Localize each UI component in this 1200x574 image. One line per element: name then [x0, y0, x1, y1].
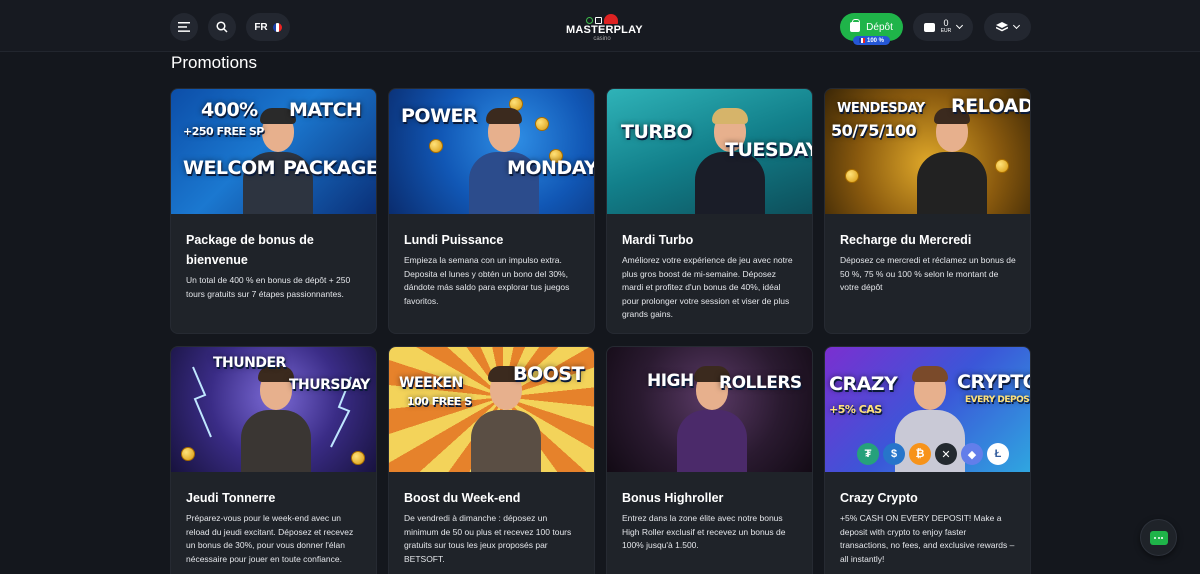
- promo-card-weekend-boost[interactable]: WEEKEN BOOST 100 FREE S Boost du Week-en…: [388, 346, 595, 574]
- seated-man-illustration: [917, 108, 987, 214]
- banner-text: PACKAGE: [283, 157, 377, 179]
- banner-text: WELCOM: [183, 157, 276, 179]
- banner-text: 100 FREE S: [407, 395, 472, 408]
- language-selector[interactable]: FR: [246, 13, 290, 41]
- banner-text: +250 FREE SP: [183, 125, 264, 138]
- banner-text: MONDAY: [507, 157, 595, 179]
- banner-text: BOOST: [513, 363, 584, 385]
- banner-text: +5% CAS: [829, 403, 882, 416]
- profile-dropdown[interactable]: [984, 13, 1031, 41]
- promo-image-wednesday-reload: WENDESDAY RELOAD 50/75/100: [825, 89, 1031, 214]
- promo-title: Package de bonus de bienvenue: [186, 233, 314, 267]
- logo-subtext: casino: [593, 36, 611, 42]
- top-header: FR MASTERPLAY casino Dépôt 100 % 0 EUR: [0, 0, 1200, 52]
- ethereum-icon: ◆: [961, 443, 983, 465]
- language-code: FR: [254, 21, 268, 33]
- promo-card-wednesday-reload[interactable]: WENDESDAY RELOAD 50/75/100 Recharge du M…: [824, 88, 1031, 334]
- bonus-badge-text: 100 %: [866, 37, 884, 44]
- banner-text: RELOAD: [951, 95, 1031, 117]
- chevron-down-icon: [1012, 21, 1021, 30]
- banner-text: TUESDAY: [725, 139, 813, 161]
- banner-text: MATCH: [289, 99, 362, 121]
- promo-title: Bonus Highroller: [622, 491, 724, 505]
- banner-text: WEEKEN: [399, 375, 463, 391]
- promo-description: Un total de 400 % en bonus de dépôt + 25…: [186, 275, 351, 299]
- promo-description: Entrez dans la zone élite avec notre bon…: [622, 513, 786, 550]
- france-flag-icon: [272, 22, 282, 32]
- promo-card-crazy-crypto[interactable]: CRAZY CRYPTO +5% CAS EVERY DEPOS ₮ $ ₿ ✕…: [824, 346, 1031, 574]
- banner-text: 50/75/100: [831, 121, 917, 140]
- promo-image-turbo-tuesday: TURBO TUESDAY: [607, 89, 813, 214]
- logo-text: MASTERPLAY: [566, 24, 643, 36]
- banner-text: CRYPTO: [957, 371, 1031, 393]
- promo-title: Boost du Week-end: [404, 491, 521, 505]
- promo-image-power-monday: POWER MONDAY: [389, 89, 595, 214]
- masterplay-logo[interactable]: MASTERPLAY casino: [566, 10, 643, 44]
- banner-text: HIGH: [647, 371, 694, 391]
- france-flag-icon: [858, 38, 865, 43]
- promo-card-high-rollers[interactable]: HIGH ROLLERS Bonus Highroller Entrez dan…: [606, 346, 813, 574]
- promo-image-thunder-thursday: THUNDER THURSDAY: [171, 347, 376, 472]
- promo-image-welcome: 400% MATCH +250 FREE SP WELCOM PACKAGE: [171, 89, 377, 214]
- banner-text: WENDESDAY: [837, 101, 925, 116]
- promo-card-welcome[interactable]: 400% MATCH +250 FREE SP WELCOM PACKAGE P…: [170, 88, 377, 334]
- promo-title: Recharge du Mercredi: [840, 233, 972, 247]
- balance-dropdown[interactable]: 0 EUR: [913, 13, 973, 41]
- promo-description: +5% CASH ON EVERY DEPOSIT! Make a deposi…: [840, 513, 1015, 564]
- promo-card-thunder-thursday[interactable]: THUNDER THURSDAY Jeudi Tonnerre Préparez…: [170, 346, 377, 574]
- promo-image-high-rollers: HIGH ROLLERS: [607, 347, 812, 472]
- live-chat-button[interactable]: [1140, 519, 1177, 556]
- hamburger-icon: [178, 22, 190, 32]
- bonus-badge: 100 %: [853, 36, 890, 45]
- banner-text: TURBO: [621, 121, 693, 143]
- search-icon: [216, 21, 228, 33]
- promo-description: Préparez-vous pour le week-end avec un r…: [186, 513, 354, 564]
- usdc-icon: $: [883, 443, 905, 465]
- banner-text: CRAZY: [829, 373, 898, 395]
- banner-text: POWER: [401, 105, 478, 127]
- promo-title: Jeudi Tonnerre: [186, 491, 276, 505]
- wallet-icon: [923, 22, 935, 32]
- promo-description: De vendredi à dimanche : déposez un mini…: [404, 513, 572, 564]
- wallet-bag-icon: [850, 19, 861, 32]
- bitcoin-icon: ₿: [909, 443, 931, 465]
- banner-text: ROLLERS: [719, 373, 802, 393]
- promo-description: Déposez ce mercredi et réclamez un bonus…: [840, 255, 1016, 292]
- promo-card-turbo-tuesday[interactable]: TURBO TUESDAY Mardi Turbo Améliorez votr…: [606, 88, 813, 334]
- chevron-down-icon: [956, 21, 964, 30]
- logo-shapes-icon: [566, 10, 638, 24]
- xrp-icon: ✕: [935, 443, 957, 465]
- promo-title: Mardi Turbo: [622, 233, 694, 247]
- chat-icon: [1149, 530, 1168, 545]
- banner-text: THURSDAY: [289, 377, 370, 393]
- layers-icon: [996, 21, 1008, 31]
- deposit-label: Dépôt: [866, 21, 893, 33]
- promo-description: Améliorez votre expérience de jeu avec n…: [622, 255, 793, 319]
- balance-display: 0 EUR: [941, 19, 952, 35]
- promo-description: Empieza la semana con un impulso extra. …: [404, 255, 570, 306]
- menu-button[interactable]: [170, 13, 198, 41]
- banner-text: EVERY DEPOS: [965, 395, 1030, 405]
- racer-man-illustration: [695, 108, 765, 214]
- search-button[interactable]: [208, 13, 236, 41]
- promo-image-weekend-boost: WEEKEN BOOST 100 FREE S: [389, 347, 594, 472]
- tether-icon: ₮: [857, 443, 879, 465]
- banner-text: THUNDER: [213, 355, 286, 371]
- promo-title: Lundi Puissance: [404, 233, 504, 247]
- promo-title: Crazy Crypto: [840, 491, 918, 505]
- balance-currency: EUR: [940, 28, 952, 34]
- banner-text: 400%: [201, 99, 258, 121]
- promo-card-power-monday[interactable]: POWER MONDAY Lundi Puissance Empieza la …: [388, 88, 595, 334]
- promo-image-crazy-crypto: CRAZY CRYPTO +5% CAS EVERY DEPOS ₮ $ ₿ ✕…: [825, 347, 1031, 472]
- page-title: Promotions: [171, 53, 257, 72]
- litecoin-icon: Ł: [987, 443, 1009, 465]
